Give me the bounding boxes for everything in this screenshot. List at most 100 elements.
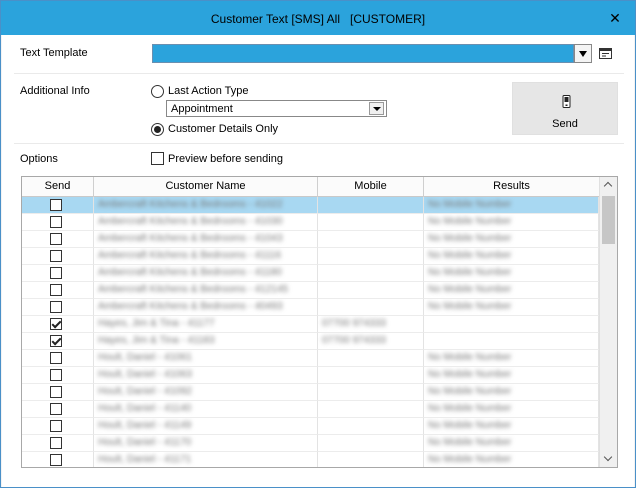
scroll-thumb[interactable] [602, 196, 615, 244]
table-row[interactable]: Ambercraft Kitchens & Bedrooms - 41030 No… [22, 214, 599, 231]
results-text: No Mobile Number [428, 437, 512, 448]
column-header-customer-name[interactable]: Customer Name [94, 177, 318, 197]
results-text: No Mobile Number [428, 216, 512, 227]
table-row[interactable]: Hoult, Daniel - 41170 No Mobile Number [22, 435, 599, 452]
results-cell: No Mobile Number [424, 265, 599, 282]
send-checkbox[interactable] [50, 318, 62, 330]
table-row[interactable]: Hayes, Jim & Tina - 41183 07700 974333 [22, 333, 599, 350]
scroll-up-icon[interactable] [600, 177, 617, 194]
preview-before-sending-label[interactable]: Preview before sending [168, 153, 283, 165]
options-label: Options [20, 153, 58, 165]
mobile-cell [318, 248, 424, 265]
customer-name-cell: Hoult, Daniel - 41063 [94, 367, 318, 384]
results-text: No Mobile Number [428, 369, 512, 380]
column-header-mobile[interactable]: Mobile [318, 177, 424, 197]
scroll-down-icon[interactable] [600, 450, 617, 467]
mobile-cell [318, 384, 424, 401]
table-row[interactable]: Hoult, Daniel - 41149 No Mobile Number [22, 418, 599, 435]
customer-name-text: Ambercraft Kitchens & Bedrooms - 41030 [98, 216, 283, 227]
table-row[interactable]: Hayes, Jim & Tina - 41177 07700 974333 [22, 316, 599, 333]
results-cell: No Mobile Number [424, 197, 599, 214]
preview-before-sending-checkbox[interactable] [151, 152, 164, 165]
send-checkbox[interactable] [50, 454, 62, 466]
send-checkbox[interactable] [50, 352, 62, 364]
customer-name-text: Hoult, Daniel - 41140 [98, 403, 192, 414]
template-edit-icon[interactable] [598, 45, 614, 62]
table-row[interactable]: Hoult, Daniel - 41063 No Mobile Number [22, 367, 599, 384]
send-checkbox[interactable] [50, 199, 62, 211]
table-row[interactable]: Hoult, Daniel - 41171 No Mobile Number [22, 452, 599, 467]
send-checkbox[interactable] [50, 250, 62, 262]
send-checkbox[interactable] [50, 369, 62, 381]
send-checkbox[interactable] [50, 284, 62, 296]
customer-name-text: Hoult, Daniel - 41063 [98, 369, 192, 380]
send-cell [22, 452, 94, 467]
send-checkbox[interactable] [50, 420, 62, 432]
table-row[interactable]: Hoult, Daniel - 41061 No Mobile Number [22, 350, 599, 367]
table-row[interactable]: Ambercraft Kitchens & Bedrooms - 41180 No… [22, 265, 599, 282]
last-action-type-label[interactable]: Last Action Type [168, 85, 249, 97]
table-row[interactable]: Hoult, Daniel - 41092 No Mobile Number [22, 384, 599, 401]
vertical-scrollbar[interactable] [599, 177, 617, 467]
last-action-type-radio[interactable] [151, 85, 164, 98]
grid-header: Send Customer Name Mobile Results [22, 177, 599, 197]
send-cell [22, 282, 94, 299]
results-cell: No Mobile Number [424, 384, 599, 401]
mobile-cell [318, 418, 424, 435]
send-checkbox[interactable] [50, 267, 62, 279]
results-cell: No Mobile Number [424, 350, 599, 367]
table-row[interactable]: Ambercraft Kitchens & Bedrooms - 41022 No… [22, 197, 599, 214]
mobile-cell [318, 367, 424, 384]
customer-name-text: Hayes, Jim & Tina - 41183 [98, 335, 215, 346]
table-row[interactable]: Ambercraft Kitchens & Bedrooms - 40493 No… [22, 299, 599, 316]
table-row[interactable]: Hoult, Daniel - 41140 No Mobile Number [22, 401, 599, 418]
customer-name-cell: Hoult, Daniel - 41149 [94, 418, 318, 435]
results-cell: No Mobile Number [424, 214, 599, 231]
dialog-body: Text Template Additional Info Last Actio… [2, 35, 634, 487]
mobile-cell: 07700 974333 [318, 316, 424, 333]
send-checkbox[interactable] [50, 301, 62, 313]
results-text: No Mobile Number [428, 301, 512, 312]
close-icon[interactable]: ✕ [607, 10, 623, 26]
send-checkbox[interactable] [50, 233, 62, 245]
column-header-results[interactable]: Results [424, 177, 599, 197]
results-cell [424, 316, 599, 333]
mobile-text: 07700 974333 [322, 318, 386, 329]
send-button-label: Send [552, 118, 578, 130]
customer-name-text: Ambercraft Kitchens & Bedrooms - 41116 [98, 250, 282, 261]
customer-details-only-radio[interactable] [151, 123, 164, 136]
mobile-cell [318, 435, 424, 452]
table-row[interactable]: Ambercraft Kitchens & Bedrooms - 412145 N… [22, 282, 599, 299]
dropdown-arrow-icon[interactable] [574, 44, 592, 63]
results-cell: No Mobile Number [424, 452, 599, 467]
title-bar[interactable]: Customer Text [SMS] All [CUSTOMER] ✕ [1, 1, 635, 35]
send-checkbox[interactable] [50, 335, 62, 347]
send-cell [22, 197, 94, 214]
send-cell [22, 248, 94, 265]
customer-grid[interactable]: Send Customer Name Mobile Results Amberc… [21, 176, 618, 468]
customer-name-text: Ambercraft Kitchens & Bedrooms - 41022 [98, 199, 283, 210]
customer-details-only-label[interactable]: Customer Details Only [168, 123, 278, 135]
action-type-select[interactable]: Appointment [166, 100, 387, 117]
column-header-send[interactable]: Send [22, 177, 94, 197]
chevron-down-icon[interactable] [369, 102, 384, 115]
customer-name-text: Ambercraft Kitchens & Bedrooms - 41180 [98, 267, 282, 278]
send-cell [22, 299, 94, 316]
send-checkbox[interactable] [50, 216, 62, 228]
customer-name-text: Ambercraft Kitchens & Bedrooms - 40493 [98, 301, 283, 312]
send-checkbox[interactable] [50, 437, 62, 449]
send-checkbox[interactable] [50, 403, 62, 415]
text-template-field[interactable] [152, 44, 574, 63]
customer-name-cell: Ambercraft Kitchens & Bedrooms - 41043 [94, 231, 318, 248]
results-cell: No Mobile Number [424, 401, 599, 418]
send-cell [22, 316, 94, 333]
results-text: No Mobile Number [428, 233, 512, 244]
customer-name-text: Hayes, Jim & Tina - 41177 [98, 318, 215, 329]
customer-name-cell: Hayes, Jim & Tina - 41177 [94, 316, 318, 333]
send-button[interactable]: Send [512, 82, 618, 135]
send-checkbox[interactable] [50, 386, 62, 398]
send-cell [22, 350, 94, 367]
table-row[interactable]: Ambercraft Kitchens & Bedrooms - 41116 No… [22, 248, 599, 265]
results-text: No Mobile Number [428, 250, 512, 261]
table-row[interactable]: Ambercraft Kitchens & Bedrooms - 41043 No… [22, 231, 599, 248]
